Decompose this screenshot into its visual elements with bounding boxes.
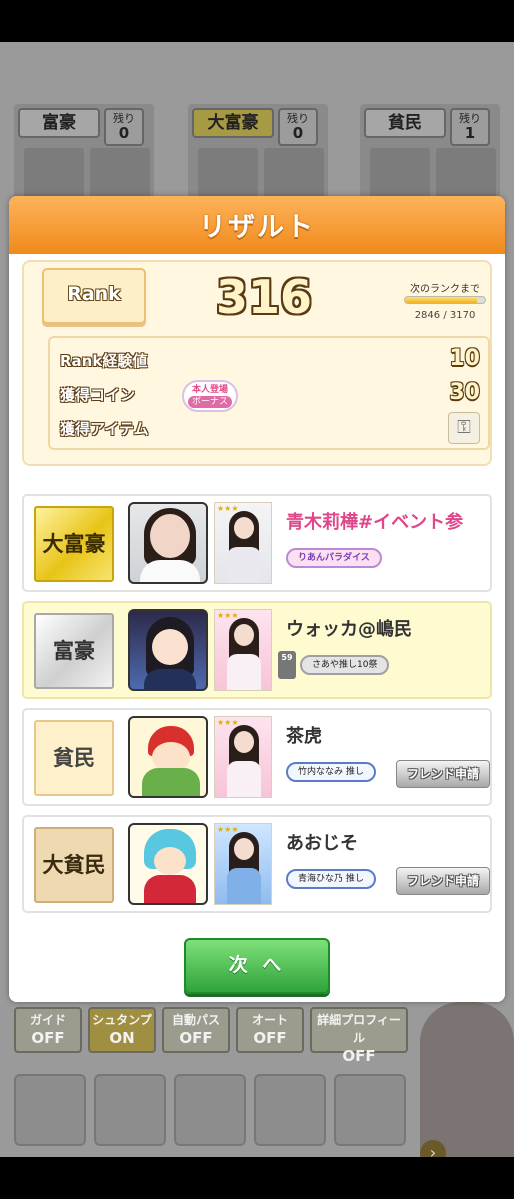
reward-row-item: 獲得アイテム ⚿	[60, 412, 480, 444]
opponent-rank-label: 富豪	[18, 108, 100, 138]
next-rank-progress-bar	[404, 296, 486, 304]
next-rank-label: 次のランクまで	[410, 284, 480, 295]
reward-label: 獲得コイン	[60, 386, 136, 404]
player-row-self: 富豪 ★★★ ウォッカ@嶋民 59 さあや推し10祭	[22, 601, 492, 699]
player-oshi-badge: 青海ひな乃 推し	[286, 869, 376, 889]
player-avatar[interactable]	[128, 609, 208, 691]
navigation-bar	[0, 1157, 514, 1199]
reward-value: 30	[449, 380, 480, 405]
bonus-bottom-text: ボーナス	[187, 396, 232, 408]
player-oshi-card: ★★★	[214, 716, 272, 798]
player-oshi-badge: りあんパラダイス	[286, 548, 382, 568]
reward-row-exp: Rank経験値 10	[60, 346, 480, 376]
player-title: 富豪	[34, 613, 114, 689]
toggle-auto-pass[interactable]: 自動パス OFF	[162, 1007, 230, 1053]
player-oshi-card: ★★★	[214, 609, 272, 691]
stamp-button[interactable]	[14, 1074, 86, 1146]
player-oshi-badge: さあや推し10祭	[300, 655, 390, 675]
player-name: ウォッカ@嶋民	[286, 619, 412, 640]
rarity-stars-icon: ★★★	[217, 504, 239, 513]
player-title: 大富豪	[34, 506, 114, 582]
stamp-button[interactable]	[254, 1074, 326, 1146]
opponent-remaining: 残り 0	[278, 108, 318, 146]
rank-badge: Rank	[42, 268, 146, 324]
rarity-stars-icon: ★★★	[217, 611, 239, 620]
player-name: 茶虎	[286, 726, 322, 747]
player-row: 大貧民 ★★★ あおじそ 青海ひな乃 推し フレンド申請	[22, 815, 492, 913]
player-name: あおじそ	[286, 833, 358, 854]
opponent-remaining: 残り 1	[450, 108, 490, 146]
player-title: 大貧民	[34, 827, 114, 903]
rank-value: 316	[215, 270, 313, 324]
reward-value: 10	[449, 346, 480, 371]
opponent-remaining: 残り 0	[104, 108, 144, 146]
result-modal: リザルト Rank 316 次のランクまで 2846 / 3170 Rank経験…	[9, 196, 505, 1002]
player-row: 貧民 ★★★ 茶虎 竹内ななみ 推し フレンド申請	[22, 708, 492, 806]
player-avatar[interactable]	[128, 823, 208, 905]
bonus-badge: 本人登場 ボーナス	[182, 380, 238, 412]
player-oshi-badge: 竹内ななみ 推し	[286, 762, 376, 782]
next-rank-progress-text: 2846 / 3170	[414, 310, 476, 321]
reward-label: 獲得アイテム	[60, 420, 149, 438]
player-avatar[interactable]	[128, 716, 208, 798]
player-row: 大富豪 ★★★ 青木莉樺#イベント参 りあんパラダイス	[22, 494, 492, 592]
bonus-top-text: 本人登場	[191, 385, 228, 395]
opponent-rank-label: 貧民	[364, 108, 446, 138]
player-oshi-card: ★★★	[214, 502, 272, 584]
toggle-stamp[interactable]: シュタンプ ON	[88, 1007, 156, 1053]
stamp-button[interactable]	[174, 1074, 246, 1146]
friend-request-button[interactable]: フレンド申請	[396, 760, 490, 788]
reward-label: Rank経験値	[60, 352, 148, 370]
modal-title: リザルト	[199, 212, 315, 243]
next-button[interactable]: 次 へ	[184, 938, 330, 994]
toggle-auto[interactable]: オート OFF	[236, 1007, 304, 1053]
toggle-detail-profile[interactable]: 詳細プロフィール OFF	[310, 1007, 408, 1065]
rarity-stars-icon: ★★★	[217, 718, 239, 727]
friend-request-button[interactable]: フレンド申請	[396, 867, 490, 895]
key-icon[interactable]: ⚿	[448, 412, 480, 444]
stamp-button[interactable]	[334, 1074, 406, 1146]
idol-portrait	[420, 1002, 514, 1157]
rarity-stars-icon: ★★★	[217, 825, 239, 834]
rank-panel: Rank 316 次のランクまで 2846 / 3170 Rank経験値 10 …	[22, 260, 492, 466]
toggle-guide[interactable]: ガイド OFF	[14, 1007, 82, 1053]
status-bar	[0, 0, 514, 42]
player-oshi-card: ★★★	[214, 823, 272, 905]
player-title: 貧民	[34, 720, 114, 796]
toggle-bar: ガイド OFF シュタンプ ON 自動パス OFF オート OFF 詳細プロフィール OF…	[14, 1007, 414, 1065]
player-avatar[interactable]	[128, 502, 208, 584]
stamp-button[interactable]	[94, 1074, 166, 1146]
opponent-rank-label: 大富豪	[192, 108, 274, 138]
reward-box: Rank経験値 10 獲得コイン 本人登場 ボーナス 30 獲得アイテム ⚿	[48, 336, 490, 450]
reward-row-coin: 獲得コイン 本人登場 ボーナス 30	[60, 380, 480, 412]
game-screen: 富豪 残り 0 大富豪 残り 0 貧民 残り 1 ガイド OFF シュタンプ ON 自動パ…	[0, 0, 514, 1199]
player-name: 青木莉樺#イベント参	[286, 512, 464, 533]
modal-header: リザルト	[9, 196, 505, 254]
next-rank-progress-fill	[405, 297, 477, 303]
player-level-badge: 59	[278, 651, 296, 679]
